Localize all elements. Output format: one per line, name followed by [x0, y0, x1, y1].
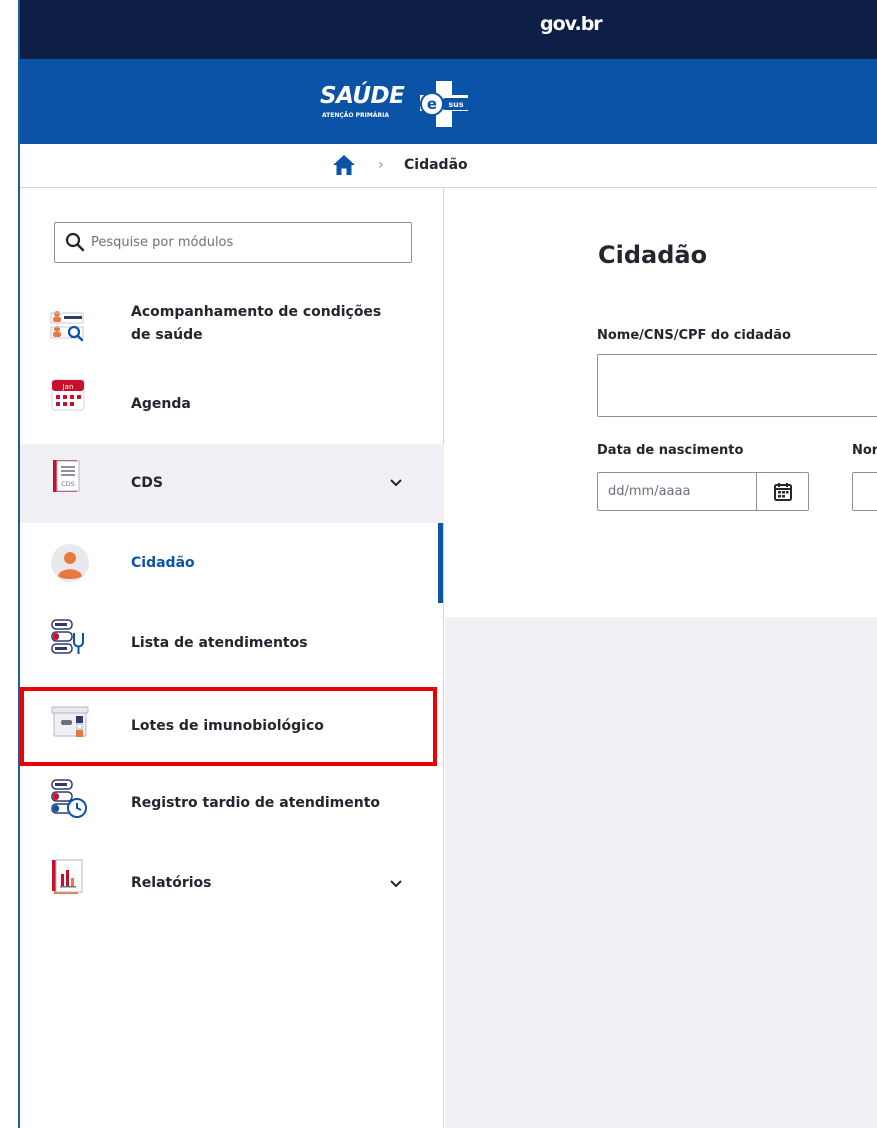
sidebar-item-label: Relatórios: [131, 875, 212, 891]
reports-icon: [52, 859, 83, 894]
calendar-icon: Jan: [51, 379, 85, 411]
app-window: gov.br SAÚDE ATENÇÃO PRIMÁRIA e sus › Ci…: [18, 0, 877, 1128]
late-registration-icon: [51, 779, 87, 818]
sidebar-item-label: de saúde: [131, 327, 203, 343]
module-search: [54, 222, 412, 263]
birthdate-field[interactable]: dd/mm/aaaa: [597, 472, 809, 511]
main-content: Cidadão Nome/CNS/CPF do cidadão Data de …: [445, 188, 877, 1128]
home-icon[interactable]: [332, 154, 356, 176]
sidebar-item-label: Registro tardio de atendimento: [131, 795, 381, 811]
search-form-panel: Cidadão Nome/CNS/CPF do cidadão Data de …: [445, 188, 877, 617]
search-input[interactable]: [91, 229, 401, 255]
name-field-label-truncated: Nor: [852, 443, 877, 458]
search-icon: [65, 232, 85, 252]
sidebar-item-label: Cidadão: [131, 555, 195, 571]
name-field-truncated[interactable]: [852, 472, 877, 511]
sidebar-item-relatorios[interactable]: Relatórios: [20, 848, 444, 920]
attendance-list-icon: [51, 619, 84, 654]
chevron-down-icon[interactable]: [388, 876, 404, 892]
active-indicator: [438, 523, 443, 603]
birthdate-field-label: Data de nascimento: [597, 443, 744, 458]
birthdate-placeholder: dd/mm/aaaa: [608, 484, 691, 499]
esus-cross-icon: e sus: [420, 81, 470, 127]
health-monitoring-icon: [50, 311, 84, 342]
brand-title: SAÚDE: [320, 83, 405, 109]
calendar-picker-button[interactable]: [756, 473, 809, 510]
calendar-month: Jan: [62, 383, 74, 391]
badge-letter: e: [427, 95, 437, 113]
sidebar-item-label: CDS: [131, 475, 163, 491]
sidebar-item-cidadao[interactable]: Cidadão: [20, 523, 444, 603]
name-field-label: Nome/CNS/CPF do cidadão: [597, 328, 791, 343]
sidebar-item-label: Agenda: [131, 396, 191, 412]
highlight-box: [20, 687, 437, 766]
calendar-icon: [774, 483, 792, 501]
sidebar-item-agenda[interactable]: Jan Agenda: [20, 368, 444, 440]
cds-icon: CDS: [53, 460, 80, 492]
page-title: Cidadão: [598, 241, 708, 269]
sidebar-item-label: Acompanhamento de condições: [131, 304, 382, 320]
gov-bar: gov.br: [20, 0, 877, 59]
chevron-down-icon[interactable]: [388, 475, 404, 491]
sidebar-item-cds[interactable]: CDS CDS: [20, 444, 444, 523]
sidebar-item-lista-atendimentos[interactable]: Lista de atendimentos: [20, 608, 444, 678]
sidebar-item-registro-tardio[interactable]: Registro tardio de atendimento: [20, 768, 444, 840]
citizen-avatar-icon: [51, 544, 89, 582]
breadcrumb: › Cidadão: [20, 144, 877, 188]
breadcrumb-separator: ›: [378, 157, 384, 173]
govbr-logo[interactable]: gov.br: [540, 13, 603, 35]
sidebar: Acompanhamento de condições de saúde Jan…: [20, 188, 444, 1128]
citizen-search-field[interactable]: [597, 354, 877, 417]
breadcrumb-current: Cidadão: [404, 157, 468, 173]
brand-subtitle: ATENÇÃO PRIMÁRIA: [322, 112, 389, 119]
badge-text: sus: [448, 100, 463, 109]
sidebar-item-acompanhamento[interactable]: Acompanhamento de condições de saúde: [20, 294, 444, 354]
sidebar-item-label: Lista de atendimentos: [131, 635, 308, 651]
cds-icon-text: CDS: [61, 480, 75, 488]
brand-bar: SAÚDE ATENÇÃO PRIMÁRIA e sus: [20, 59, 877, 144]
